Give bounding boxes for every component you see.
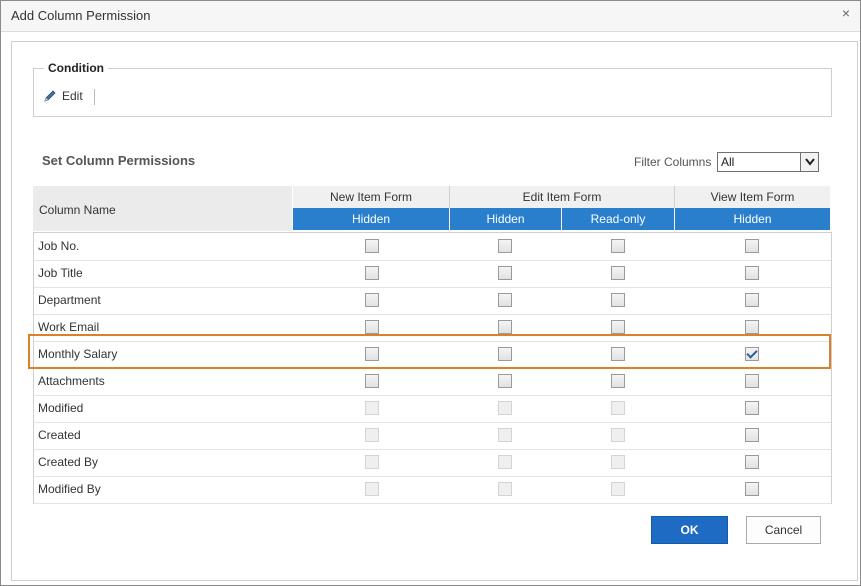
add-column-permission-dialog: Add Column Permission × Condition Edit S…: [0, 0, 861, 586]
sub-header-edit-hidden: Hidden: [450, 208, 562, 230]
view-item-hidden-checkbox[interactable]: [745, 401, 759, 415]
table-row: Department: [34, 287, 831, 315]
permissions-grid-header: Column Name New Item Form Edit Item Form…: [33, 186, 830, 231]
column-name-cell: Department: [38, 293, 101, 307]
filter-columns-select[interactable]: All: [717, 152, 819, 172]
new-item-hidden-checkbox: [365, 401, 379, 415]
edit-item-readonly-checkbox: [611, 455, 625, 469]
chevron-down-icon[interactable]: [800, 153, 818, 171]
column-name-cell: Job No.: [38, 239, 80, 253]
edit-item-hidden-checkbox[interactable]: [498, 293, 512, 307]
filter-columns-value: All: [721, 155, 735, 169]
dialog-titlebar: Add Column Permission ×: [1, 1, 860, 32]
group-header-edit-item: Edit Item Form: [450, 186, 675, 208]
edit-condition-link[interactable]: Edit: [43, 89, 83, 103]
sub-header-edit-readonly: Read-only: [562, 208, 675, 230]
new-item-hidden-checkbox[interactable]: [365, 239, 379, 253]
table-row: Job No.: [34, 233, 831, 261]
new-item-hidden-checkbox: [365, 428, 379, 442]
column-name-cell: Created: [38, 428, 81, 442]
edit-item-readonly-checkbox[interactable]: [611, 374, 625, 388]
sub-header-view-hidden: Hidden: [675, 208, 830, 230]
column-name-cell: Modified: [38, 401, 84, 415]
row-highlight-frame: [28, 334, 831, 369]
table-row: Modified: [34, 395, 831, 423]
column-name-cell: Created By: [38, 455, 99, 469]
section-title: Set Column Permissions: [42, 153, 196, 168]
group-header-new-item: New Item Form: [293, 186, 450, 208]
close-icon[interactable]: ×: [842, 5, 850, 21]
new-item-hidden-checkbox: [365, 482, 379, 496]
toolbar-separator: [94, 89, 95, 105]
view-item-hidden-checkbox[interactable]: [745, 482, 759, 496]
edit-item-hidden-checkbox: [498, 482, 512, 496]
new-item-hidden-checkbox[interactable]: [365, 293, 379, 307]
new-item-hidden-checkbox[interactable]: [365, 320, 379, 334]
dialog-body: Condition Edit Set Column Permissions Fi…: [11, 41, 858, 581]
table-row: Modified By: [34, 476, 831, 504]
edit-item-hidden-checkbox: [498, 455, 512, 469]
edit-item-hidden-checkbox: [498, 401, 512, 415]
edit-item-hidden-checkbox[interactable]: [498, 320, 512, 334]
condition-fieldset: Condition Edit: [33, 61, 832, 117]
view-item-hidden-checkbox[interactable]: [745, 239, 759, 253]
edit-item-readonly-checkbox[interactable]: [611, 266, 625, 280]
edit-item-readonly-checkbox: [611, 401, 625, 415]
new-item-hidden-checkbox: [365, 455, 379, 469]
edit-item-readonly-checkbox: [611, 428, 625, 442]
dialog-title: Add Column Permission: [11, 8, 151, 23]
pencil-icon: [44, 90, 56, 102]
edit-item-hidden-checkbox[interactable]: [498, 239, 512, 253]
edit-item-readonly-checkbox[interactable]: [611, 239, 625, 253]
edit-item-readonly-checkbox: [611, 482, 625, 496]
view-item-hidden-checkbox[interactable]: [745, 374, 759, 388]
condition-legend: Condition: [44, 61, 108, 75]
view-item-hidden-checkbox[interactable]: [745, 455, 759, 469]
column-name-cell: Work Email: [38, 320, 100, 334]
column-name-header: Column Name: [33, 186, 293, 231]
table-row: Job Title: [34, 260, 831, 288]
edit-item-hidden-checkbox[interactable]: [498, 266, 512, 280]
column-name-cell: Job Title: [38, 266, 83, 280]
column-name-cell: Modified By: [38, 482, 101, 496]
filter-columns-label: Filter Columns: [634, 155, 712, 169]
table-row: Created By: [34, 449, 831, 477]
edit-item-readonly-checkbox[interactable]: [611, 293, 625, 307]
column-name-cell: Attachments: [38, 374, 105, 388]
edit-label: Edit: [62, 89, 83, 103]
column-name-header-label: Column Name: [39, 203, 116, 217]
view-item-hidden-checkbox[interactable]: [745, 428, 759, 442]
table-row: Created: [34, 422, 831, 450]
new-item-hidden-checkbox[interactable]: [365, 374, 379, 388]
sub-header-new-hidden: Hidden: [293, 208, 450, 230]
edit-item-readonly-checkbox[interactable]: [611, 320, 625, 334]
edit-item-hidden-checkbox[interactable]: [498, 374, 512, 388]
view-item-hidden-checkbox[interactable]: [745, 266, 759, 280]
edit-item-hidden-checkbox: [498, 428, 512, 442]
ok-button[interactable]: OK: [651, 516, 728, 544]
cancel-button[interactable]: Cancel: [746, 516, 821, 544]
view-item-hidden-checkbox[interactable]: [745, 293, 759, 307]
table-row: Attachments: [34, 368, 831, 396]
view-item-hidden-checkbox[interactable]: [745, 320, 759, 334]
group-header-view-item: View Item Form: [675, 186, 830, 208]
new-item-hidden-checkbox[interactable]: [365, 266, 379, 280]
